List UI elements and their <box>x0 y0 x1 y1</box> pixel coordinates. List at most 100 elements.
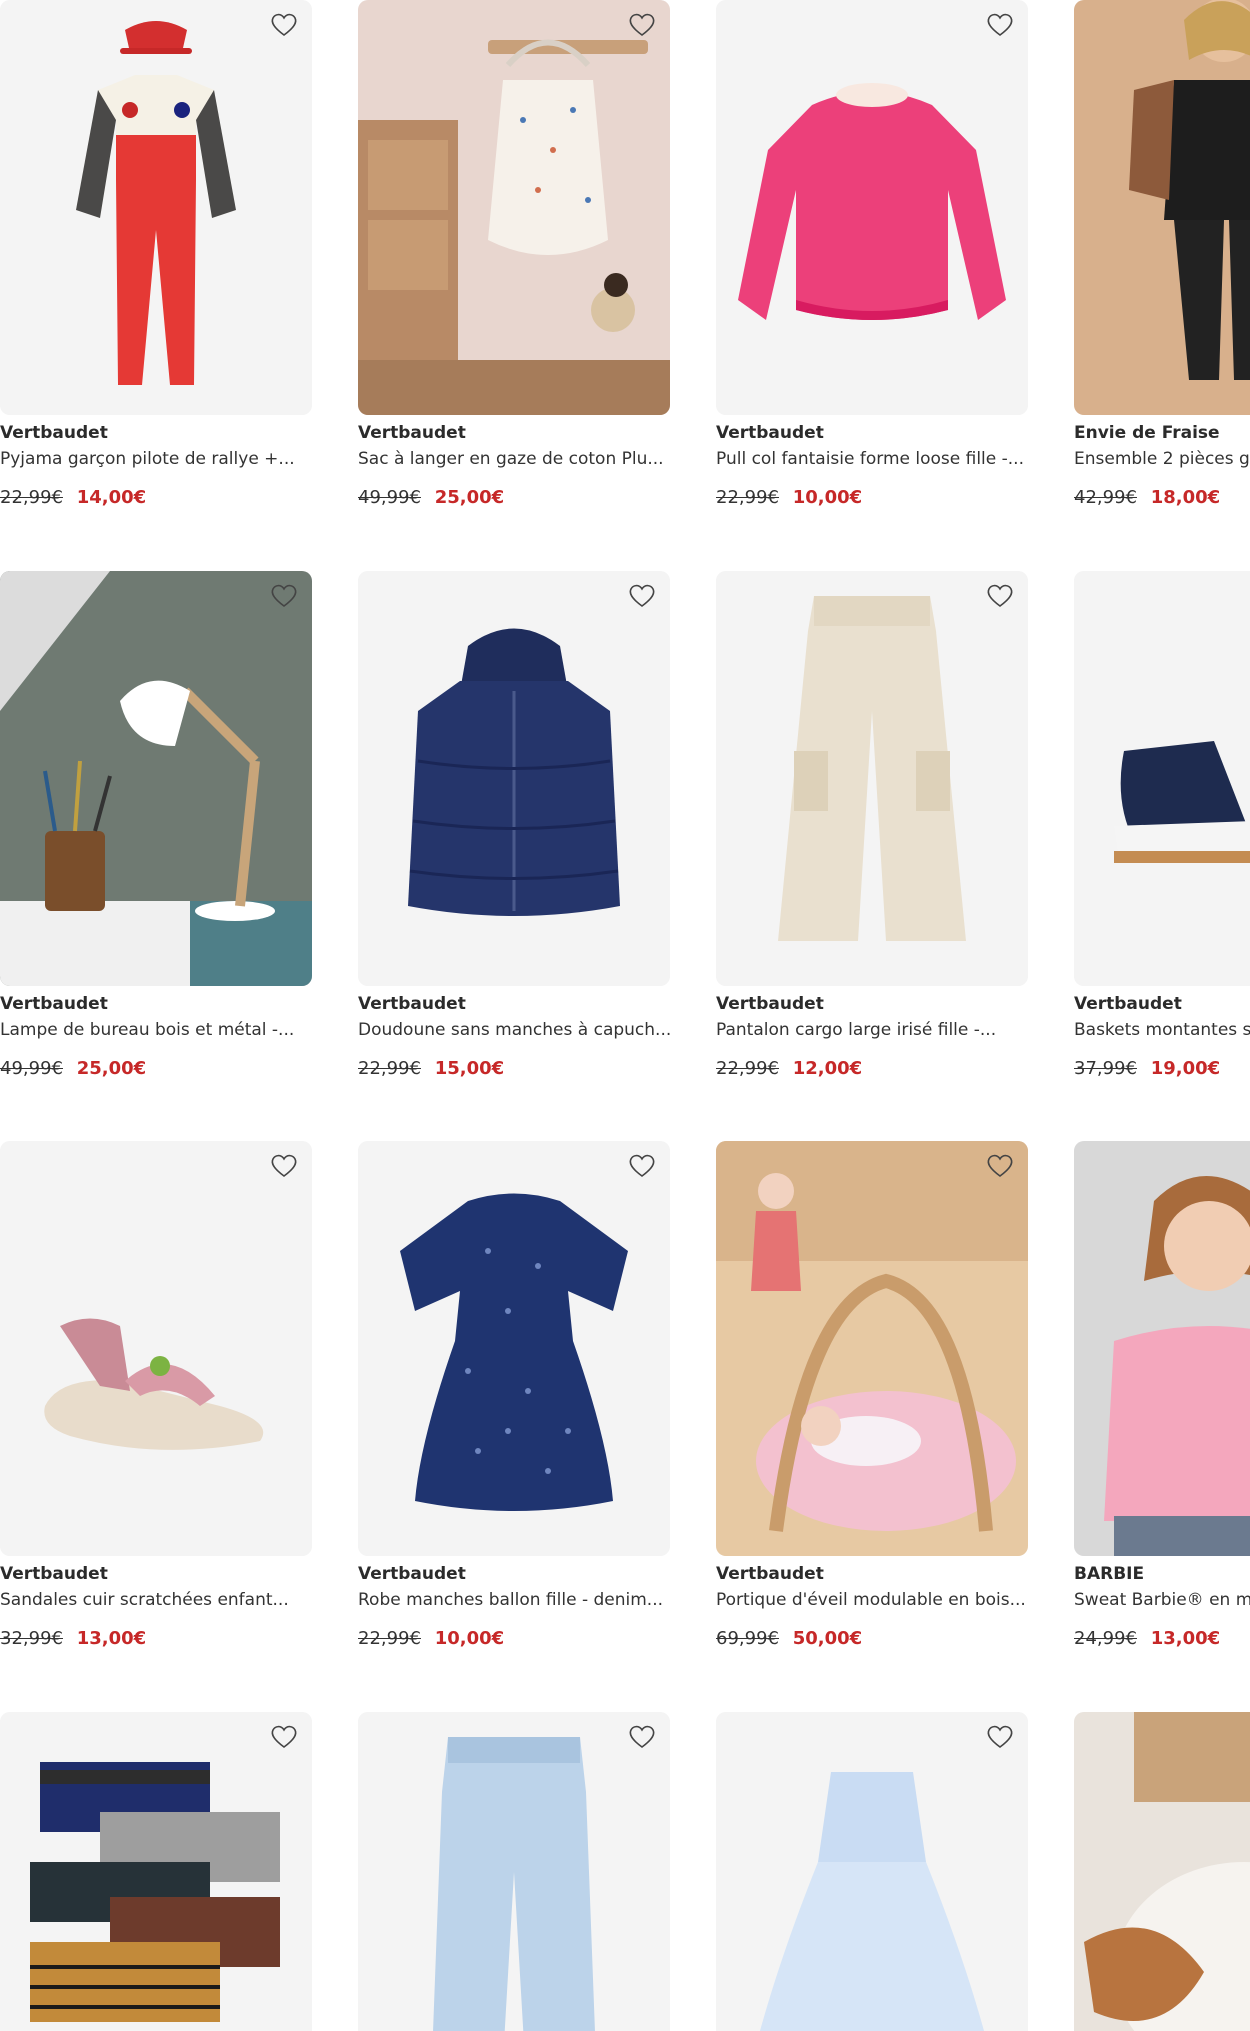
product-title[interactable]: Lampe de bureau bois et métal -... <box>0 1020 312 1040</box>
product-card[interactable]: Envie de Fraise Ensemble 2 pièces gr 42,… <box>1074 0 1250 508</box>
product-image[interactable] <box>0 571 312 986</box>
original-price: 22,99€ <box>358 1628 421 1649</box>
product-title[interactable]: Sandales cuir scratchées enfant... <box>0 1590 312 1610</box>
product-brand: Vertbaudet <box>358 994 466 1014</box>
original-price: 49,99€ <box>358 487 421 508</box>
product-card[interactable]: Vertbaudet Portique d'éveil modulable en… <box>716 1141 1028 1649</box>
product-card[interactable]: Vertbaudet Sandales cuir scratchées enfa… <box>0 1141 312 1649</box>
product-title[interactable]: Pyjama garçon pilote de rallye +... <box>0 449 312 469</box>
product-image-pink-sweater <box>716 0 1028 415</box>
original-price: 22,99€ <box>716 1058 779 1079</box>
product-brand: Vertbaudet <box>716 994 824 1014</box>
product-image[interactable] <box>358 0 670 415</box>
product-brand: Vertbaudet <box>0 994 108 1014</box>
product-prices: 49,99€ 25,00€ <box>0 1058 312 1079</box>
product-image[interactable] <box>0 0 312 415</box>
product-title[interactable]: Doudoune sans manches à capuch... <box>358 1020 670 1040</box>
product-image[interactable] <box>1074 1141 1250 1556</box>
product-image-navy-puffer-vest <box>358 571 670 986</box>
favorite-heart-icon[interactable] <box>986 583 1014 609</box>
product-image[interactable] <box>358 1712 670 2031</box>
product-image-pink-sandal <box>0 1141 312 1556</box>
product-card[interactable]: Vertbaudet Lampe de bureau bois et métal… <box>0 571 312 1079</box>
original-price: 22,99€ <box>716 487 779 508</box>
product-image[interactable] <box>0 1141 312 1556</box>
product-image[interactable] <box>1074 1712 1250 2031</box>
product-image[interactable] <box>0 1712 312 2031</box>
product-prices: 22,99€ 15,00€ <box>358 1058 670 1079</box>
product-title[interactable]: Sweat Barbie® en m <box>1074 1590 1250 1610</box>
favorite-heart-icon[interactable] <box>270 1724 298 1750</box>
favorite-heart-icon[interactable] <box>986 1724 1014 1750</box>
product-card[interactable] <box>716 1712 1028 2031</box>
product-prices: 42,99€ 18,00€ <box>1074 487 1250 508</box>
product-card[interactable]: Vertbaudet Baskets montantes s 37,99€ 19… <box>1074 571 1250 1079</box>
product-card[interactable]: Vertbaudet Pyjama garçon pilote de rally… <box>0 0 312 508</box>
favorite-heart-icon[interactable] <box>628 12 656 38</box>
favorite-heart-icon[interactable] <box>270 12 298 38</box>
product-card[interactable] <box>358 1712 670 2031</box>
product-image[interactable] <box>1074 571 1250 986</box>
product-brand: Vertbaudet <box>358 1564 466 1584</box>
original-price: 24,99€ <box>1074 1628 1137 1649</box>
product-card[interactable]: Vertbaudet Pull col fantaisie forme loos… <box>716 0 1028 508</box>
product-image-desk-lamp <box>0 571 312 986</box>
product-prices: 24,99€ 13,00€ <box>1074 1628 1250 1649</box>
product-brand: Envie de Fraise <box>1074 423 1220 443</box>
product-image[interactable] <box>716 571 1028 986</box>
product-image-high-top-sneakers <box>1074 571 1250 986</box>
product-prices: 22,99€ 10,00€ <box>716 487 1028 508</box>
product-brand: Vertbaudet <box>0 1564 108 1584</box>
product-card[interactable]: Vertbaudet Pantalon cargo large irisé fi… <box>716 571 1028 1079</box>
product-card[interactable] <box>1074 1712 1250 2031</box>
product-prices: 49,99€ 25,00€ <box>358 487 670 508</box>
product-title[interactable]: Baskets montantes s <box>1074 1020 1250 1040</box>
original-price: 49,99€ <box>0 1058 63 1079</box>
sale-price: 18,00€ <box>1150 487 1221 508</box>
product-brand: Vertbaudet <box>358 423 466 443</box>
product-title[interactable]: Pantalon cargo large irisé fille -... <box>716 1020 1028 1040</box>
product-image[interactable] <box>358 1141 670 1556</box>
product-title[interactable]: Pull col fantaisie forme loose fille -..… <box>716 449 1028 469</box>
product-brand: Vertbaudet <box>0 423 108 443</box>
product-title[interactable]: Ensemble 2 pièces gr <box>1074 449 1250 469</box>
product-card[interactable] <box>0 1712 312 2031</box>
sale-price: 14,00€ <box>76 487 147 508</box>
product-title[interactable]: Sac à langer en gaze de coton Plu... <box>358 449 670 469</box>
product-grid: Vertbaudet Pyjama garçon pilote de rally… <box>0 0 1250 2031</box>
product-brand: BARBIE <box>1074 1564 1145 1584</box>
product-image[interactable] <box>716 1712 1028 2031</box>
original-price: 22,99€ <box>0 487 63 508</box>
sale-price: 10,00€ <box>434 1628 505 1649</box>
product-image[interactable] <box>716 1141 1028 1556</box>
product-card[interactable]: Vertbaudet Robe manches ballon fille - d… <box>358 1141 670 1649</box>
product-card[interactable]: BARBIE Sweat Barbie® en m 24,99€ 13,00€ <box>1074 1141 1250 1649</box>
favorite-heart-icon[interactable] <box>628 1153 656 1179</box>
sale-price: 50,00€ <box>792 1628 863 1649</box>
product-prices: 22,99€ 14,00€ <box>0 487 312 508</box>
product-image[interactable] <box>716 0 1028 415</box>
product-card[interactable]: Vertbaudet Doudoune sans manches à capuc… <box>358 571 670 1079</box>
product-image[interactable] <box>358 571 670 986</box>
product-image-maternity-model <box>1074 0 1250 415</box>
product-image-changing-bag-nursery <box>358 0 670 415</box>
sale-price: 15,00€ <box>434 1058 505 1079</box>
favorite-heart-icon[interactable] <box>628 583 656 609</box>
favorite-heart-icon[interactable] <box>986 12 1014 38</box>
original-price: 22,99€ <box>358 1058 421 1079</box>
favorite-heart-icon[interactable] <box>628 1724 656 1750</box>
product-prices: 37,99€ 19,00€ <box>1074 1058 1250 1079</box>
product-brand: Vertbaudet <box>716 423 824 443</box>
favorite-heart-icon[interactable] <box>986 1153 1014 1179</box>
product-card[interactable]: Vertbaudet Sac à langer en gaze de coton… <box>358 0 670 508</box>
product-title[interactable]: Portique d'éveil modulable en bois... <box>716 1590 1028 1610</box>
product-image-barbie-sweatshirt <box>1074 1141 1250 1556</box>
favorite-heart-icon[interactable] <box>270 583 298 609</box>
favorite-heart-icon[interactable] <box>270 1153 298 1179</box>
product-image-boxer-briefs-pack <box>0 1712 312 2031</box>
product-title[interactable]: Robe manches ballon fille - denim... <box>358 1590 670 1610</box>
sale-price: 13,00€ <box>1150 1628 1221 1649</box>
product-image[interactable] <box>1074 0 1250 415</box>
product-brand: Vertbaudet <box>1074 994 1182 1014</box>
original-price: 32,99€ <box>0 1628 63 1649</box>
